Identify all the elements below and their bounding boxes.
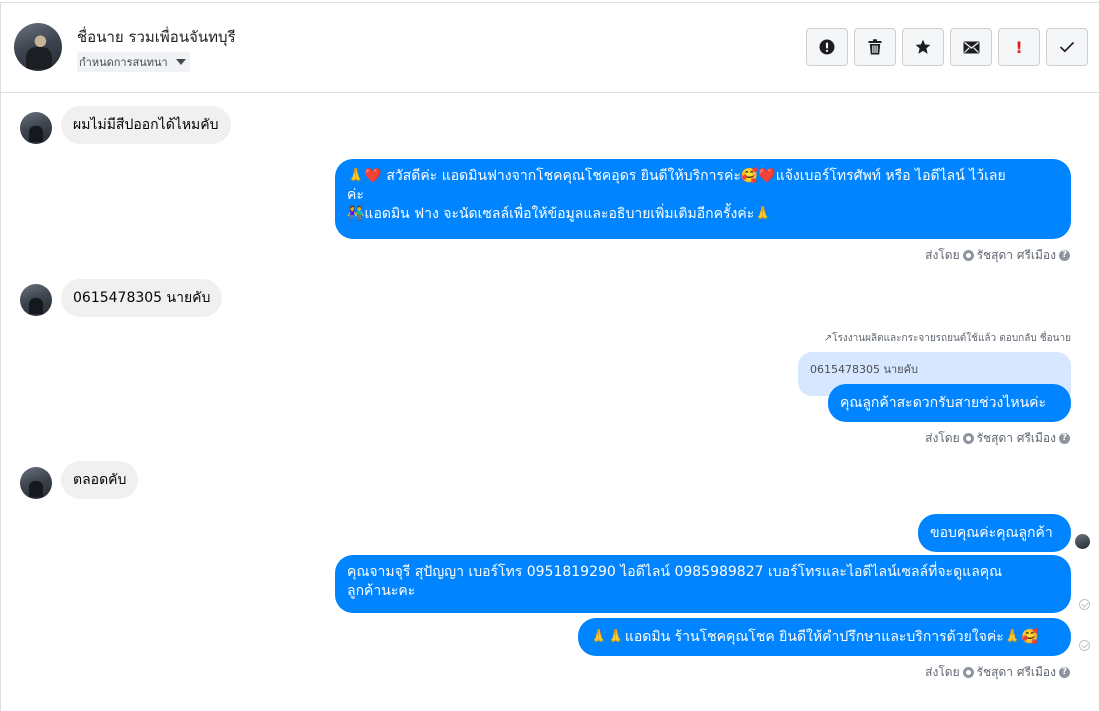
- page-icon: [962, 433, 974, 444]
- delete-button[interactable]: [854, 28, 896, 66]
- sent-by-name[interactable]: รัชสุดา ศรีเมือง: [977, 663, 1056, 682]
- message-line: คุณจามจุรี สุปัญญา เบอร์โทร 0951819290 ไ…: [347, 564, 1003, 580]
- sent-by-name[interactable]: รัชสุดา ศรีเมือง: [977, 246, 1056, 265]
- sent-by-prefix: ส่งโดย: [925, 248, 960, 262]
- contact-avatar[interactable]: [14, 23, 62, 71]
- delivered-check-icon: [1079, 640, 1090, 651]
- star-button[interactable]: [902, 28, 944, 66]
- delivered-check-icon: [1079, 599, 1090, 610]
- spam-button[interactable]: !: [998, 28, 1040, 66]
- help-icon[interactable]: ?: [1059, 667, 1070, 678]
- outgoing-message-bubble[interactable]: คุณลูกค้าสะดวกรับสายช่วงไหนค่ะ: [828, 384, 1071, 422]
- sender-avatar: [20, 467, 52, 499]
- conversation-label-dropdown[interactable]: กำหนดการสนทนา: [77, 52, 190, 72]
- sent-by-name[interactable]: รัชสุดา ศรีเมือง: [977, 429, 1056, 448]
- exclamation-circle-icon: [819, 39, 835, 55]
- trash-icon: [868, 39, 882, 55]
- conversation-toolbar: !: [806, 28, 1088, 66]
- message-line: ค่ะ: [347, 187, 364, 203]
- mark-unread-button[interactable]: [950, 28, 992, 66]
- sent-by-info: ส่งโดย รัชสุดา ศรีเมือง ?: [925, 663, 1070, 682]
- sent-by-prefix: ส่งโดย: [925, 431, 960, 445]
- reply-context-note: ↗โรงงานผลิตและกระจายรถยนต์ใช้แล้ว ตอบกลั…: [823, 333, 1071, 344]
- sender-avatar: [20, 284, 52, 316]
- caret-down-icon: [175, 59, 186, 65]
- sent-by-info: ส่งโดย รัชสุดา ศรีเมือง ?: [925, 246, 1070, 265]
- incoming-message-bubble[interactable]: ผมไม่มีสีปออกได้ไหมคับ: [61, 106, 231, 144]
- envelope-icon: [963, 41, 979, 53]
- star-icon: [915, 39, 931, 54]
- help-icon[interactable]: ?: [1059, 433, 1070, 444]
- conversation-header: ชื่อนาย รวมเพื่อนจันทบุรี กำหนดการสนทนา: [1, 3, 1099, 93]
- message-line: 🙏❤️ สวัสดีค่ะ แอดมินฟางจากโชคคุณโชคอุดร …: [347, 168, 1006, 184]
- message-line: 👫แอดมิน ฟาง จะนัดเซลล์เพื่อให้ข้อมูลและอ…: [347, 206, 772, 222]
- page-icon: [962, 250, 974, 261]
- message-line: ลูกค้านะคะ: [347, 583, 416, 599]
- incoming-message-bubble[interactable]: 0615478305 นายคับ: [61, 279, 223, 317]
- conversation-label-text: กำหนดการสนทนา: [79, 56, 168, 69]
- outgoing-message-bubble[interactable]: 🙏❤️ สวัสดีค่ะ แอดมินฟางจากโชคคุณโชคอุดร …: [335, 159, 1071, 239]
- contact-name[interactable]: ชื่อนาย รวมเพื่อนจันทบุรี: [77, 25, 236, 49]
- outgoing-message-bubble[interactable]: คุณจามจุรี สุปัญญา เบอร์โทร 0951819290 ไ…: [335, 555, 1071, 613]
- sent-by-info: ส่งโดย รัชสุดา ศรีเมือง ?: [925, 429, 1070, 448]
- checkmark-icon: [1059, 41, 1075, 53]
- report-button[interactable]: [806, 28, 848, 66]
- incoming-message-bubble[interactable]: ตลอดคับ: [61, 461, 139, 499]
- page-icon: [962, 667, 974, 678]
- outgoing-message-bubble[interactable]: ขอบคุณค่ะคุณลูกค้า: [918, 514, 1071, 552]
- sent-by-prefix: ส่งโดย: [925, 665, 960, 679]
- conversation-panel: ชื่อนาย รวมเพื่อนจันทบุรี กำหนดการสนทนา: [0, 2, 1099, 711]
- sender-avatar: [20, 112, 52, 144]
- exclamation-icon: !: [1015, 37, 1023, 57]
- mark-done-button[interactable]: [1046, 28, 1088, 66]
- seen-avatar: [1075, 534, 1090, 549]
- outgoing-message-bubble[interactable]: 🙏🙏แอดมิน ร้านโชคคุณโชค ยินดีให้คำปรึกษาแ…: [578, 618, 1071, 656]
- help-icon[interactable]: ?: [1059, 250, 1070, 261]
